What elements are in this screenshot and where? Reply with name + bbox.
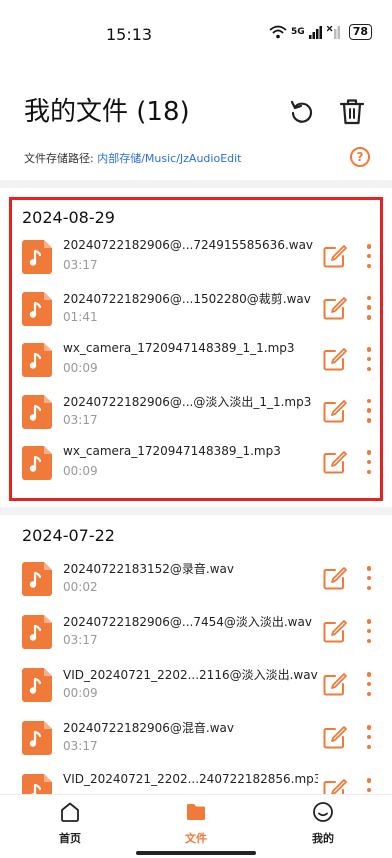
- edit-icon[interactable]: [323, 399, 347, 423]
- folder-icon: [187, 804, 205, 820]
- audio-file-icon: [22, 240, 52, 274]
- audio-file-icon: [22, 562, 52, 596]
- edit-icon[interactable]: [323, 296, 347, 320]
- section-divider: [0, 507, 392, 515]
- file-row[interactable]: 20240722182906@...@淡入淡出_1_1.mp3 03:17: [0, 387, 392, 443]
- storage-path-label: 文件存储路径:: [24, 152, 98, 165]
- file-duration: 00:02: [63, 580, 98, 594]
- file-duration: 03:17: [63, 258, 98, 272]
- file-duration: 03:17: [63, 633, 98, 647]
- page-header: 我的文件 (18): [24, 92, 374, 132]
- file-row[interactable]: wx_camera_1720947148389_1.mp3 00:09: [0, 438, 392, 494]
- more-options-icon[interactable]: [360, 242, 378, 270]
- delete-button[interactable]: [336, 96, 368, 128]
- signal-icon: [308, 25, 322, 39]
- file-name: 20240722182906@...724915585636.wav: [63, 238, 314, 252]
- edit-icon[interactable]: [323, 619, 347, 643]
- status-icons: 5G 78: [269, 24, 372, 40]
- file-name: wx_camera_1720947148389_1_1.mp3: [63, 341, 295, 355]
- status-time: 15:13: [106, 25, 153, 44]
- more-options-icon[interactable]: [360, 670, 378, 698]
- file-duration: 00:09: [63, 686, 98, 700]
- file-row[interactable]: 20240722182906@...724915585636.wav 03:17: [0, 232, 392, 288]
- bottom-navigation: 首页 文件 我的: [0, 794, 392, 858]
- file-duration: 03:17: [63, 412, 98, 427]
- more-options-icon[interactable]: [360, 564, 378, 592]
- edit-icon[interactable]: [323, 672, 347, 696]
- group-date-header: 2024-07-22: [22, 526, 115, 545]
- page-title: 我的文件 (18): [24, 97, 190, 127]
- file-duration: 03:17: [63, 739, 98, 753]
- audio-file-icon: [22, 291, 52, 326]
- storage-path: 文件存储路径: 内部存储/Music/JzAudioEdit ?: [24, 147, 372, 168]
- status-bar: 15:13 5G 78: [0, 0, 392, 70]
- network-type: 5G: [291, 27, 305, 37]
- file-duration: 00:09: [63, 464, 98, 478]
- nav-mine[interactable]: 我的: [283, 801, 363, 846]
- audio-file-icon: [22, 721, 52, 755]
- file-name: VID_20240721_2202...2116@淡入淡出.wav: [63, 668, 318, 682]
- file-name: VID_20240721_2202...240722182856.mp3: [63, 772, 318, 786]
- audio-file-icon: [22, 343, 52, 377]
- file-name: 20240722183152@录音.wav: [63, 562, 234, 576]
- file-row[interactable]: VID_20240721_2202...2116@淡入淡出.wav 00:09: [0, 660, 392, 716]
- file-name: 20240722182906@...7454@淡入淡出.wav: [63, 615, 312, 629]
- edit-icon[interactable]: [323, 347, 347, 371]
- file-name: 20240722182906@...@淡入淡出_1_1.mp3: [63, 394, 312, 409]
- more-options-icon[interactable]: [360, 345, 378, 373]
- edit-icon[interactable]: [323, 725, 347, 749]
- file-duration: 00:09: [63, 361, 98, 375]
- app-screen: 15:13 5G 78 我的文件 (18) 文件存储路径: 内部存储/Music…: [0, 0, 392, 858]
- group-date-header: 2024-08-29: [22, 208, 115, 227]
- nav-home-label: 首页: [59, 832, 81, 845]
- help-icon[interactable]: ?: [350, 147, 370, 167]
- more-options-icon[interactable]: [360, 294, 378, 322]
- storage-path-link[interactable]: 内部存储/Music/JzAudioEdit: [97, 152, 241, 165]
- file-duration: 01:41: [63, 309, 98, 324]
- nav-mine-label: 我的: [312, 832, 334, 845]
- file-row[interactable]: wx_camera_1720947148389_1_1.mp3 00:09: [0, 335, 392, 391]
- edit-icon[interactable]: [323, 566, 347, 590]
- file-row[interactable]: 20240722182906@混音.wav 03:17: [0, 713, 392, 769]
- audio-file-icon: [22, 394, 52, 429]
- file-row[interactable]: 20240722182906@...1502280@裁剪.wav 01:41: [0, 284, 392, 340]
- more-options-icon[interactable]: [360, 397, 378, 425]
- battery-indicator: 78: [348, 24, 372, 40]
- more-options-icon[interactable]: [360, 617, 378, 645]
- smiley-icon: [313, 802, 333, 822]
- file-row[interactable]: 20240722183152@录音.wav 00:02: [0, 554, 392, 610]
- nav-home[interactable]: 首页: [30, 801, 110, 846]
- nav-files-label: 文件: [185, 832, 207, 845]
- file-name: 20240722182906@混音.wav: [63, 721, 234, 735]
- edit-icon[interactable]: [323, 244, 347, 268]
- home-indicator: [136, 851, 256, 855]
- signal-no-service-icon: [326, 25, 340, 39]
- home-icon: [61, 802, 79, 822]
- audio-file-icon: [22, 615, 52, 649]
- nav-files[interactable]: 文件: [156, 801, 236, 846]
- edit-icon[interactable]: [323, 450, 347, 474]
- file-row[interactable]: 20240722182906@...7454@淡入淡出.wav 03:17: [0, 607, 392, 663]
- more-options-icon[interactable]: [360, 448, 378, 476]
- more-options-icon[interactable]: [360, 723, 378, 751]
- trash-icon: [339, 99, 365, 125]
- refresh-icon: [290, 100, 313, 123]
- refresh-button[interactable]: [286, 96, 318, 128]
- wifi-icon: [269, 25, 287, 39]
- audio-file-icon: [22, 668, 52, 702]
- section-divider: [0, 180, 392, 188]
- file-name: 20240722182906@...1502280@裁剪.wav: [63, 291, 311, 306]
- audio-file-icon: [22, 446, 52, 480]
- file-name: wx_camera_1720947148389_1.mp3: [63, 444, 281, 458]
